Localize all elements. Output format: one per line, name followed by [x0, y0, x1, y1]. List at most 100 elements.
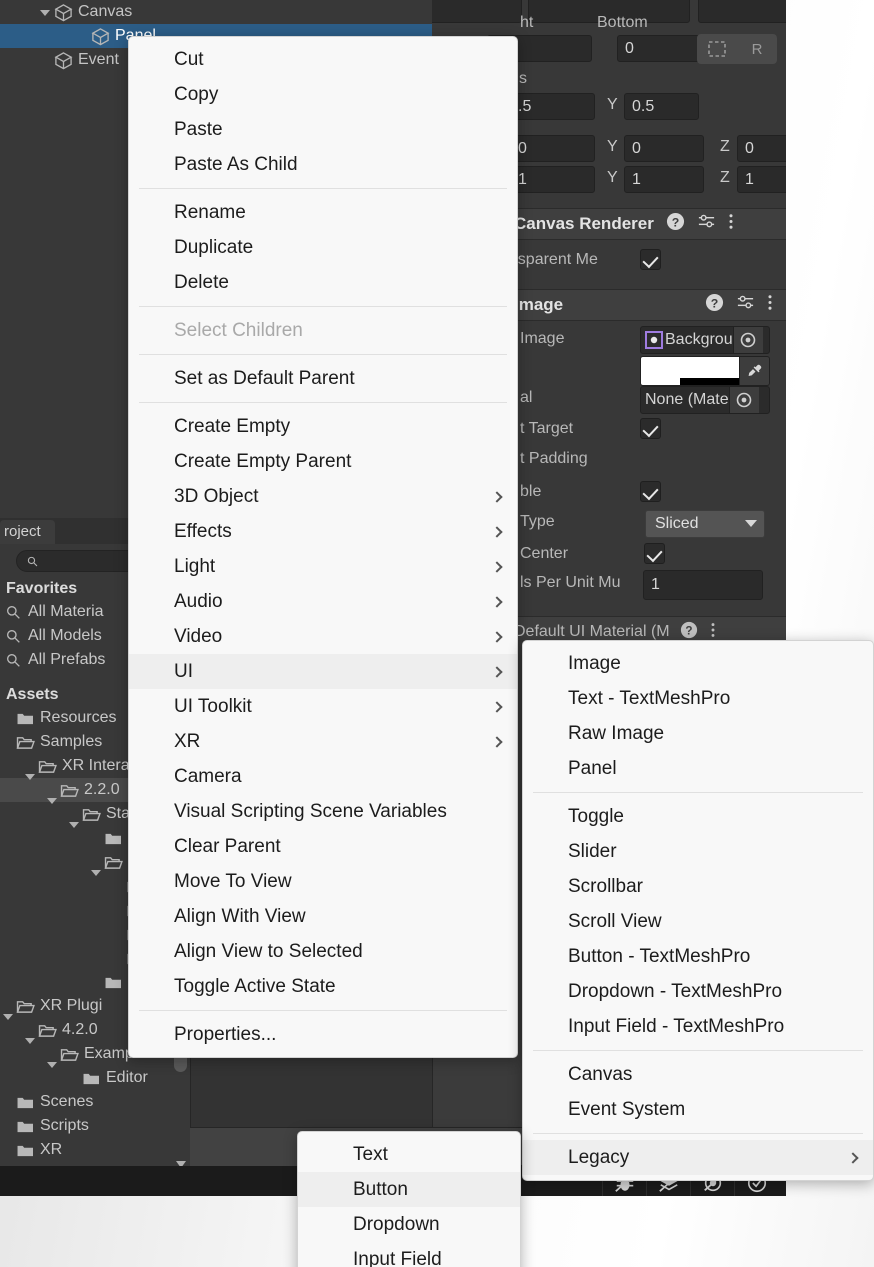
foldout-arrow-icon[interactable]	[38, 53, 52, 67]
ui-menu-item-scrollbar[interactable]: Scrollbar	[523, 869, 873, 904]
legacy-menu-item-dropdown[interactable]: Dropdown	[298, 1207, 520, 1242]
hierarchy-item-canvas[interactable]: Canvas	[0, 0, 432, 24]
ui-menu-item-button-textmeshpro[interactable]: Button - TextMeshPro	[523, 939, 873, 974]
menu-item-camera[interactable]: Camera	[129, 759, 517, 794]
pivot-x-field[interactable]: .5	[510, 93, 595, 120]
ui-menu-item-dropdown-textmeshpro[interactable]: Dropdown - TextMeshPro	[523, 974, 873, 1009]
menu-item-video[interactable]: Video	[129, 619, 517, 654]
scale-x-field[interactable]: 1	[510, 166, 595, 193]
menu-item-label: 3D Object	[174, 485, 259, 507]
menu-separator	[533, 1133, 863, 1134]
ui-menu-item-toggle[interactable]: Toggle	[523, 799, 873, 834]
menu-item-label: Button	[353, 1178, 408, 1200]
menu-item-paste[interactable]: Paste	[129, 112, 517, 147]
tab-project[interactable]: roject	[0, 520, 55, 544]
legacy-menu-item-button[interactable]: Button	[298, 1172, 520, 1207]
project-tree-item[interactable]: Scripts	[0, 1114, 190, 1138]
help-icon[interactable]: ?	[705, 293, 724, 317]
fill-center-label: Center	[520, 545, 569, 562]
rect-left-field[interactable]	[432, 0, 522, 23]
blueprint-icon	[708, 41, 726, 57]
legacy-menu-item-input-field[interactable]: Input Field	[298, 1242, 520, 1267]
project-tree-item[interactable]: Scenes	[0, 1090, 190, 1114]
ui-menu-item-raw-image[interactable]: Raw Image	[523, 716, 873, 751]
image-type-dropdown[interactable]: Sliced	[645, 510, 765, 538]
ui-menu-item-slider[interactable]: Slider	[523, 834, 873, 869]
ui-menu-item-event-system[interactable]: Event System	[523, 1092, 873, 1127]
eyedropper-icon[interactable]	[740, 356, 770, 386]
menu-item-toggle-active-state[interactable]: Toggle Active State	[129, 969, 517, 1004]
rotation-y-field[interactable]: 0	[624, 135, 704, 162]
scale-z-field[interactable]: 1	[737, 166, 786, 193]
foldout-arrow-icon[interactable]	[75, 29, 89, 43]
ui-menu-item-scroll-view[interactable]: Scroll View	[523, 904, 873, 939]
ui-menu-item-text-textmeshpro[interactable]: Text - TextMeshPro	[523, 681, 873, 716]
raw-edit-mode-button[interactable]: R	[737, 34, 777, 64]
menu-item-duplicate[interactable]: Duplicate	[129, 230, 517, 265]
fill-center-checkbox[interactable]	[644, 543, 665, 564]
menu-item-clear-parent[interactable]: Clear Parent	[129, 829, 517, 864]
source-image-field[interactable]: Backgrou	[640, 326, 770, 354]
material-field[interactable]: None (Mate	[640, 386, 770, 414]
foldout-arrow-icon[interactable]	[38, 5, 52, 19]
project-tree-item[interactable]: Editor	[0, 1066, 190, 1090]
help-icon[interactable]: ?	[666, 212, 685, 236]
scale-y-field[interactable]: 1	[624, 166, 704, 193]
folder-open-icon	[38, 1024, 57, 1037]
menu-item-properties[interactable]: Properties...	[129, 1017, 517, 1052]
more-options-icon[interactable]	[728, 212, 734, 236]
ui-menu-item-legacy[interactable]: Legacy	[523, 1140, 873, 1175]
preset-icon[interactable]	[736, 293, 755, 317]
menu-item-visual-scripting-scene-variables[interactable]: Visual Scripting Scene Variables	[129, 794, 517, 829]
menu-item-paste-as-child[interactable]: Paste As Child	[129, 147, 517, 182]
menu-item-label: Text	[353, 1143, 388, 1165]
menu-item-label: Delete	[174, 271, 229, 293]
menu-item-delete[interactable]: Delete	[129, 265, 517, 300]
menu-item-label: UI	[174, 660, 193, 682]
menu-item-copy[interactable]: Copy	[129, 77, 517, 112]
menu-item-label: Align View to Selected	[174, 940, 363, 962]
ui-menu-item-canvas[interactable]: Canvas	[523, 1057, 873, 1092]
image-color-swatch[interactable]	[640, 356, 740, 386]
menu-item-3d-object[interactable]: 3D Object	[129, 479, 517, 514]
raycast-target-checkbox[interactable]	[640, 418, 661, 439]
menu-item-align-with-view[interactable]: Align With View	[129, 899, 517, 934]
menu-item-ui-toolkit[interactable]: UI Toolkit	[129, 689, 517, 724]
search-icon	[7, 629, 20, 643]
anchor-blueprint-buttons[interactable]: R	[697, 34, 777, 64]
menu-item-align-view-to-selected[interactable]: Align View to Selected	[129, 934, 517, 969]
menu-item-set-as-default-parent[interactable]: Set as Default Parent	[129, 361, 517, 396]
menu-item-rename[interactable]: Rename	[129, 195, 517, 230]
ui-menu-item-image[interactable]: Image	[523, 646, 873, 681]
menu-item-move-to-view[interactable]: Move To View	[129, 864, 517, 899]
pixels-per-unit-field[interactable]: 1	[643, 570, 763, 600]
object-picker-icon[interactable]	[728, 387, 759, 413]
legacy-menu-item-text[interactable]: Text	[298, 1137, 520, 1172]
more-options-icon[interactable]	[767, 293, 773, 317]
color-field-row[interactable]	[640, 356, 770, 386]
object-picker-icon[interactable]	[732, 327, 763, 353]
menu-item-effects[interactable]: Effects	[129, 514, 517, 549]
cull-transparent-checkbox[interactable]	[640, 249, 661, 270]
project-tree-item[interactable]: XR	[0, 1138, 190, 1162]
preset-icon[interactable]	[697, 212, 716, 236]
menu-item-create-empty[interactable]: Create Empty	[129, 409, 517, 444]
menu-item-xr[interactable]: XR	[129, 724, 517, 759]
maskable-checkbox[interactable]	[640, 481, 661, 502]
more-options-icon[interactable]	[710, 621, 716, 641]
ui-menu-item-input-field-textmeshpro[interactable]: Input Field - TextMeshPro	[523, 1009, 873, 1044]
blueprint-mode-button[interactable]	[697, 34, 737, 64]
rotation-x-field[interactable]: 0	[510, 135, 595, 162]
menu-item-ui[interactable]: UI	[129, 654, 517, 689]
menu-item-create-empty-parent[interactable]: Create Empty Parent	[129, 444, 517, 479]
menu-item-audio[interactable]: Audio	[129, 584, 517, 619]
menu-item-cut[interactable]: Cut	[129, 42, 517, 77]
menu-separator	[139, 1010, 507, 1011]
pivot-y-field[interactable]: 0.5	[624, 93, 699, 120]
help-icon[interactable]: ?	[680, 621, 698, 641]
rotation-z-field[interactable]: 0	[737, 135, 786, 162]
rect-posz-field[interactable]	[698, 0, 786, 23]
source-image-label: Image	[520, 330, 565, 347]
ui-menu-item-panel[interactable]: Panel	[523, 751, 873, 786]
menu-item-light[interactable]: Light	[129, 549, 517, 584]
